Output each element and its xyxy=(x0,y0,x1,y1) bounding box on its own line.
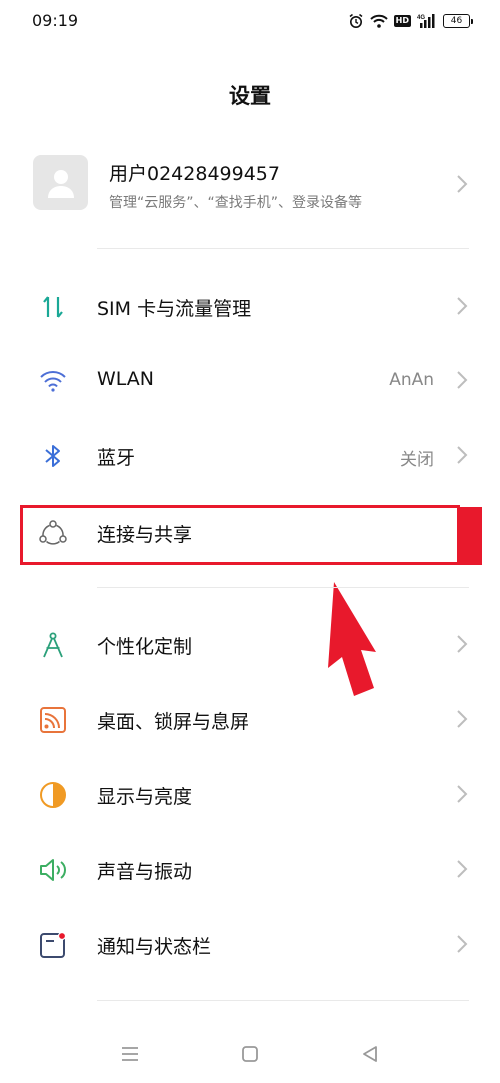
hd-badge: HD xyxy=(393,15,411,27)
wallpaper-icon xyxy=(38,705,68,735)
settings-item-desktop[interactable]: 桌面、锁屏与息屏 xyxy=(0,689,500,749)
personalize-label: 个性化定制 xyxy=(97,636,193,658)
chevron-right-icon xyxy=(457,446,468,464)
wifi-icon xyxy=(38,366,68,396)
back-triangle-icon xyxy=(363,1046,377,1062)
bluetooth-value: 关闭 xyxy=(400,450,434,470)
settings-item-personalize[interactable]: 个性化定制 xyxy=(0,614,500,674)
chevron-right-icon xyxy=(457,371,468,389)
sound-label: 声音与振动 xyxy=(97,861,193,883)
home-nav-button[interactable] xyxy=(239,1044,261,1064)
display-label: 显示与亮度 xyxy=(97,786,193,808)
home-square-icon xyxy=(242,1046,258,1062)
chevron-right-icon xyxy=(457,297,468,315)
wlan-label: WLAN xyxy=(97,368,155,390)
account-subtitle: 管理“云服务”、“查找手机”、登录设备等 xyxy=(109,195,363,211)
alarm-icon xyxy=(348,13,364,29)
account-row[interactable]: 用户02428499457 管理“云服务”、“查找手机”、登录设备等 xyxy=(0,146,500,224)
highlight-frame-edge xyxy=(460,507,482,565)
status-time: 09:19 xyxy=(32,11,79,30)
notification-label: 通知与状态栏 xyxy=(97,936,212,958)
settings-item-wlan[interactable]: WLAN AnAn xyxy=(0,350,500,410)
brightness-icon xyxy=(38,780,68,810)
user-avatar-icon xyxy=(47,169,74,198)
account-name: 用户02428499457 xyxy=(109,163,280,185)
settings-item-bluetooth[interactable]: 蓝牙 关闭 xyxy=(0,425,500,485)
wifi-status-icon xyxy=(369,14,388,28)
notification-icon xyxy=(38,930,68,960)
settings-item-sound[interactable]: 声音与振动 xyxy=(0,839,500,899)
wlan-value: AnAn xyxy=(389,370,434,390)
chevron-right-icon xyxy=(457,710,468,728)
status-bar: 09:19 HD 4G 46 xyxy=(0,0,500,44)
bluetooth-label: 蓝牙 xyxy=(97,447,136,469)
sim-label: SIM 卡与流量管理 xyxy=(97,298,252,320)
page-title: 设置 xyxy=(229,84,271,108)
chevron-right-icon xyxy=(457,175,468,193)
settings-item-display[interactable]: 显示与亮度 xyxy=(0,764,500,824)
status-icons: HD 4G 46 xyxy=(348,10,473,32)
divider xyxy=(97,248,469,249)
back-nav-button[interactable] xyxy=(359,1044,381,1064)
avatar xyxy=(33,155,88,210)
menu-nav-button[interactable] xyxy=(119,1044,141,1064)
chevron-right-icon xyxy=(457,785,468,803)
menu-icon xyxy=(122,1047,138,1061)
divider xyxy=(97,1000,469,1001)
chevron-right-icon xyxy=(457,635,468,653)
navigation-bar xyxy=(0,1028,500,1078)
sim-data-icon xyxy=(38,292,68,322)
chevron-right-icon xyxy=(457,935,468,953)
speaker-icon xyxy=(38,855,68,885)
desktop-label: 桌面、锁屏与息屏 xyxy=(97,711,250,733)
compass-icon xyxy=(38,630,68,660)
settings-item-sim[interactable]: SIM 卡与流量管理 xyxy=(0,276,500,336)
bluetooth-icon xyxy=(38,441,68,471)
divider xyxy=(97,587,469,588)
battery-indicator: 46 xyxy=(443,14,473,28)
signal-icon: 4G xyxy=(417,13,437,29)
chevron-right-icon xyxy=(457,860,468,878)
highlight-frame xyxy=(20,505,460,565)
settings-item-notification[interactable]: 通知与状态栏 xyxy=(0,914,500,974)
